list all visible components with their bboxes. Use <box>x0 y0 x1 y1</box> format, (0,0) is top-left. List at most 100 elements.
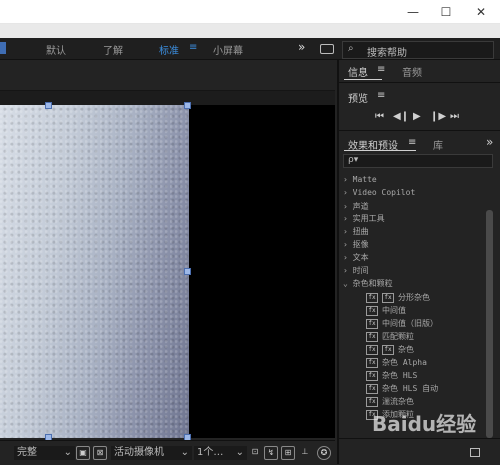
panel-divider <box>339 130 500 131</box>
watermark: Baidu经验 <box>372 412 477 436</box>
effect-label: 匹配颗粒 <box>382 332 414 341</box>
effect-item[interactable]: fx 湍流杂色 <box>366 396 414 407</box>
effect-label: 杂色 HLS 自动 <box>382 384 439 393</box>
effect-label: 杂色 HLS <box>382 371 418 380</box>
new-folder-icon[interactable] <box>470 448 480 457</box>
effect-icon: fx <box>366 318 378 329</box>
effect-label: 湍流杂色 <box>382 397 414 406</box>
effects-search-input[interactable]: ρ▾ <box>343 154 493 168</box>
panel-divider <box>339 82 500 83</box>
resolution-dropdown[interactable]: 完整 ⌄ <box>14 446 75 460</box>
category-utility[interactable]: › 实用工具 <box>343 213 385 224</box>
composition-image-layer[interactable] <box>0 105 189 438</box>
category-matte[interactable]: › Matte <box>343 175 377 184</box>
search-help-input[interactable]: ⌕ 搜索帮助 <box>342 41 494 59</box>
effect-item[interactable]: fx 中间值（旧版） <box>366 318 438 329</box>
workspace-more-icon[interactable]: » <box>298 40 305 54</box>
category-label: 声道 <box>352 202 369 211</box>
category-text[interactable]: › 文本 <box>343 252 369 263</box>
effect-item[interactable]: fx 杂色 HLS 自动 <box>366 383 438 394</box>
effect-icon: fx <box>366 357 378 368</box>
effect-icon: fx <box>382 292 394 303</box>
previous-frame-icon[interactable]: ◀❙ <box>393 111 409 122</box>
workspace-standard[interactable]: 标准 <box>159 42 179 57</box>
views-dropdown[interactable]: 1个… ⌄ <box>194 446 247 460</box>
region-of-interest-icon[interactable]: ▣ <box>76 446 90 460</box>
minimize-button[interactable]: — <box>398 0 428 23</box>
category-time[interactable]: › 时间 <box>343 265 369 276</box>
preview-title: 预览 <box>348 94 368 105</box>
toggle-pixel-aspect-icon[interactable]: ⊡ <box>248 446 262 460</box>
reset-exposure-icon[interactable]: ✪ <box>317 446 331 460</box>
effect-item[interactable]: fx 杂色 Alpha <box>366 357 427 368</box>
effect-item[interactable]: fx 中间值 <box>366 305 406 316</box>
category-label: Matte <box>352 175 377 184</box>
search-icon: ρ▾ <box>348 155 359 165</box>
category-video-copilot[interactable]: › Video Copilot <box>343 188 415 197</box>
effect-icon: fx <box>366 396 378 407</box>
workspace-menu-icon[interactable]: ≡ <box>189 42 197 53</box>
transform-handle-top[interactable] <box>45 102 52 109</box>
workspace-default[interactable]: 默认 <box>46 42 66 57</box>
category-label: 实用工具 <box>352 214 385 223</box>
flowchart-icon[interactable]: ⊥ <box>298 446 312 460</box>
category-label: 抠像 <box>352 240 369 249</box>
category-keying[interactable]: › 抠像 <box>343 239 369 250</box>
camera-value: 活动摄像机 <box>114 447 164 458</box>
effect-item[interactable]: fx fx 分形杂色 <box>366 292 430 303</box>
effect-label: 中间值 <box>382 306 406 315</box>
composition-background <box>189 105 335 438</box>
next-frame-icon[interactable]: ❙▶ <box>430 111 446 122</box>
effect-item[interactable]: fx 杂色 HLS <box>366 370 417 381</box>
effect-icon: fx <box>366 305 378 316</box>
chevron-down-icon: ⌄ <box>63 447 72 458</box>
effect-icon: fx <box>366 331 378 342</box>
workspace-small-screen[interactable]: 小屏幕 <box>213 42 243 57</box>
category-label: 时间 <box>352 266 369 275</box>
effect-label: 杂色 Alpha <box>382 358 427 367</box>
fast-preview-icon[interactable]: ↯ <box>264 446 278 460</box>
category-label: 文本 <box>352 253 369 262</box>
effects-menu-icon[interactable]: ≡ <box>408 137 416 148</box>
preview-menu-icon[interactable]: ≡ <box>377 90 385 101</box>
category-distort[interactable]: › 扭曲 <box>343 226 369 237</box>
effect-icon: fx <box>366 344 378 355</box>
effect-icon: fx <box>366 292 378 303</box>
tab-library[interactable]: 库 <box>433 137 443 152</box>
category-noise-grain[interactable]: ⌄ 杂色和颗粒 <box>343 278 393 289</box>
effect-icon: fx <box>366 370 378 381</box>
play-icon[interactable]: ▶ <box>413 111 421 122</box>
chevron-down-icon: ⌄ <box>235 447 244 458</box>
sync-settings-icon[interactable] <box>320 44 334 54</box>
panel-tab-marker <box>0 42 6 54</box>
chevron-down-icon: ⌄ <box>180 447 189 458</box>
effect-icon: fx <box>382 344 394 355</box>
last-frame-icon[interactable]: ⏭ <box>450 111 459 122</box>
search-icon: ⌕ <box>348 43 354 54</box>
info-menu-icon[interactable]: ≡ <box>377 64 385 75</box>
composition-panel-header <box>0 60 335 91</box>
maximize-button[interactable]: ☐ <box>431 0 461 23</box>
category-label: Video Copilot <box>352 188 416 197</box>
effect-label: 中间值（旧版） <box>382 319 438 328</box>
transform-handle-right[interactable] <box>184 268 191 275</box>
effect-item[interactable]: fx 匹配颗粒 <box>366 331 414 342</box>
first-frame-icon[interactable]: ⏮ <box>375 111 384 122</box>
effect-item[interactable]: fx fx 杂色 <box>366 344 414 355</box>
tab-audio[interactable]: 音频 <box>402 64 422 79</box>
category-channel[interactable]: › 声道 <box>343 201 369 212</box>
effects-more-icon[interactable]: » <box>486 135 493 149</box>
category-label: 扭曲 <box>352 227 369 236</box>
effects-scrollbar[interactable] <box>486 210 493 438</box>
search-help-placeholder: 搜索帮助 <box>367 48 407 59</box>
timeline-icon[interactable]: ⊞ <box>281 446 295 460</box>
effect-icon: fx <box>366 383 378 394</box>
workspace-learn[interactable]: 了解 <box>103 42 123 57</box>
active-tab-underline <box>344 150 416 151</box>
tab-info[interactable]: 信息 <box>348 64 368 79</box>
transform-handle-top-right[interactable] <box>184 102 191 109</box>
close-button[interactable]: ✕ <box>466 0 496 23</box>
views-value: 1个… <box>197 447 224 458</box>
transparency-grid-icon[interactable]: ⊠ <box>93 446 107 460</box>
camera-dropdown[interactable]: 活动摄像机 ⌄ <box>111 446 192 460</box>
